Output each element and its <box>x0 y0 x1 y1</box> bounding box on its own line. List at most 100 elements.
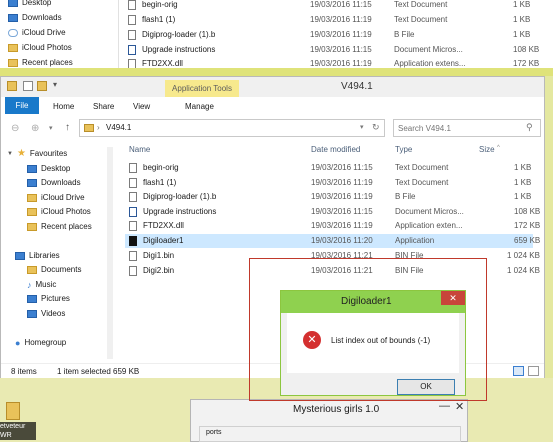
bg-file-row[interactable]: flash1 (1) 19/03/2016 11:19 Text Documen… <box>128 13 548 27</box>
desktop-shortcut-icon[interactable] <box>6 402 20 420</box>
sort-chevron-icon: ^ <box>497 145 500 151</box>
application-tools-context-tab: Application Tools <box>165 80 239 97</box>
pane-divider <box>118 0 119 70</box>
search-icon[interactable]: ⚲ <box>526 122 533 133</box>
bg-nav-item-icloud-photos[interactable]: iCloud Photos <box>8 41 72 55</box>
column-header-size[interactable]: Size <box>479 143 495 157</box>
folder-icon <box>8 44 18 52</box>
forward-arrow-icon[interactable]: ⊕ <box>31 123 39 134</box>
cloud-icon <box>8 29 18 37</box>
bg-nav-item-desktop[interactable]: Desktop <box>8 0 51 10</box>
close-button[interactable]: ✕ <box>441 291 465 305</box>
back-arrow-icon[interactable]: ⊖ <box>11 123 19 134</box>
dialog-title-bar[interactable]: Digiloader1 ✕ <box>281 291 465 313</box>
nav-scrollbar[interactable] <box>107 147 113 359</box>
bg-file-row[interactable]: Digiprog-loader (1).b 19/03/2016 11:19 B… <box>128 28 548 42</box>
address-dropdown-icon[interactable]: ▾ <box>360 123 364 131</box>
column-header-name[interactable]: Name <box>129 143 150 157</box>
title-bar[interactable]: Mysterious girls 1.0 — ✕ <box>191 400 467 420</box>
column-header-type[interactable]: Type <box>395 143 412 157</box>
folder-icon <box>7 81 17 91</box>
desktop-strip <box>0 68 553 76</box>
nav-homegroup[interactable]: ● Homegroup <box>15 336 66 350</box>
background-explorer-window: Desktop Downloads iCloud Drive iCloud Ph… <box>0 0 553 70</box>
text-file-icon <box>128 0 136 10</box>
breadcrumb[interactable]: V494.1 <box>106 123 131 132</box>
table-row-selected[interactable]: Digiloader1 19/03/2016 11:20 Application… <box>125 234 540 248</box>
tab-share[interactable]: Share <box>93 100 114 114</box>
videos-icon <box>27 310 37 318</box>
nav-item-documents[interactable]: Documents <box>27 263 81 277</box>
folder-icon <box>27 208 37 216</box>
nav-item-icloud-photos[interactable]: iCloud Photos <box>27 205 91 219</box>
nav-item-pictures[interactable]: Pictures <box>27 292 70 306</box>
details-view-icon[interactable] <box>513 366 524 376</box>
file-icon <box>128 30 136 40</box>
nav-favourites[interactable]: ▼ ★ Favourites <box>7 147 67 161</box>
large-icons-view-icon[interactable] <box>528 366 539 376</box>
mysterious-girls-window: Mysterious girls 1.0 — ✕ ports <box>190 399 468 442</box>
folder-icon <box>8 59 18 67</box>
word-document-icon <box>129 207 137 217</box>
window-title: V494.1 <box>341 81 373 92</box>
ok-button[interactable]: OK <box>397 379 455 395</box>
text-file-icon <box>129 163 137 173</box>
address-box[interactable]: › V494.1 ▾ ↻ <box>79 119 385 137</box>
bg-file-row[interactable]: begin-orig 19/03/2016 11:15 Text Documen… <box>128 0 548 12</box>
recent-locations-chevron-icon[interactable]: ▾ <box>49 124 53 132</box>
nav-item-videos[interactable]: Videos <box>27 307 65 321</box>
bin-file-icon <box>129 251 137 261</box>
application-icon <box>129 236 137 246</box>
nav-item-downloads[interactable]: Downloads <box>27 176 81 190</box>
group-label: ports <box>206 429 222 436</box>
folder-icon <box>27 194 37 202</box>
selection-info: 1 item selected 659 KB <box>57 367 140 376</box>
address-bar-row: ⊖ ⊕ ▾ ↑ › V494.1 ▾ ↻ ⚲ <box>1 115 544 143</box>
word-document-icon <box>128 45 136 55</box>
search-input[interactable] <box>396 122 524 134</box>
table-row[interactable]: FTD2XX.dll 19/03/2016 11:19 Application … <box>129 219 540 233</box>
minimize-icon[interactable]: — <box>439 400 450 412</box>
text-file-icon <box>129 178 137 188</box>
bg-file-row[interactable]: Upgrade instructions 19/03/2016 11:15 Do… <box>128 43 548 57</box>
new-folder-icon[interactable] <box>37 81 47 91</box>
file-icon <box>129 192 137 202</box>
desktop-icon-label[interactable]: etveteur WR <box>0 422 36 440</box>
nav-libraries[interactable]: Libraries <box>15 249 60 263</box>
bg-nav-item-icloud-drive[interactable]: iCloud Drive <box>8 26 66 40</box>
quick-access-properties-icon[interactable] <box>23 81 33 91</box>
nav-item-recent-places[interactable]: Recent places <box>27 220 92 234</box>
item-count: 8 items <box>11 367 37 376</box>
recent-places-icon <box>27 223 37 231</box>
search-box[interactable]: ⚲ <box>393 119 541 137</box>
title-bar[interactable]: ▾ Application Tools V494.1 <box>1 77 544 97</box>
tab-file[interactable]: File <box>5 97 39 114</box>
nav-item-desktop[interactable]: Desktop <box>27 162 70 176</box>
refresh-icon[interactable]: ↻ <box>372 122 380 133</box>
desktop-folder-icon <box>27 165 37 173</box>
ports-group: ports <box>199 426 461 442</box>
folder-icon <box>84 124 94 132</box>
table-row[interactable]: Upgrade instructions 19/03/2016 11:15 Do… <box>129 205 540 219</box>
tab-view[interactable]: View <box>133 100 150 114</box>
table-row[interactable]: begin-orig 19/03/2016 11:15 Text Documen… <box>129 161 531 175</box>
table-row[interactable]: Digiprog-loader (1).b 19/03/2016 11:19 B… <box>129 190 531 204</box>
pictures-icon <box>27 295 37 303</box>
nav-item-icloud-drive[interactable]: iCloud Drive <box>27 191 85 205</box>
close-icon[interactable]: ✕ <box>455 400 464 413</box>
ribbon-tabs: File Home Share View Manage <box>1 97 544 116</box>
background-nav-pane: Desktop Downloads iCloud Drive iCloud Ph… <box>0 0 118 70</box>
column-header-date[interactable]: Date modified <box>311 143 360 157</box>
error-icon: ✕ <box>303 331 321 349</box>
tab-home[interactable]: Home <box>53 100 74 114</box>
table-row[interactable]: flash1 (1) 19/03/2016 11:19 Text Documen… <box>129 176 531 190</box>
quick-access-dropdown-icon[interactable]: ▾ <box>53 80 57 89</box>
dll-file-icon <box>129 221 137 231</box>
bg-nav-item-downloads[interactable]: Downloads <box>8 11 62 25</box>
star-icon: ★ <box>16 148 26 159</box>
navigation-pane: ▼ ★ Favourites Desktop Downloads iCloud Dr… <box>1 143 119 363</box>
up-arrow-icon[interactable]: ↑ <box>65 122 70 133</box>
tab-manage[interactable]: Manage <box>185 100 214 114</box>
expand-chevron-icon[interactable]: ▼ <box>7 147 13 161</box>
nav-item-music[interactable]: ♪ Music <box>27 278 56 292</box>
